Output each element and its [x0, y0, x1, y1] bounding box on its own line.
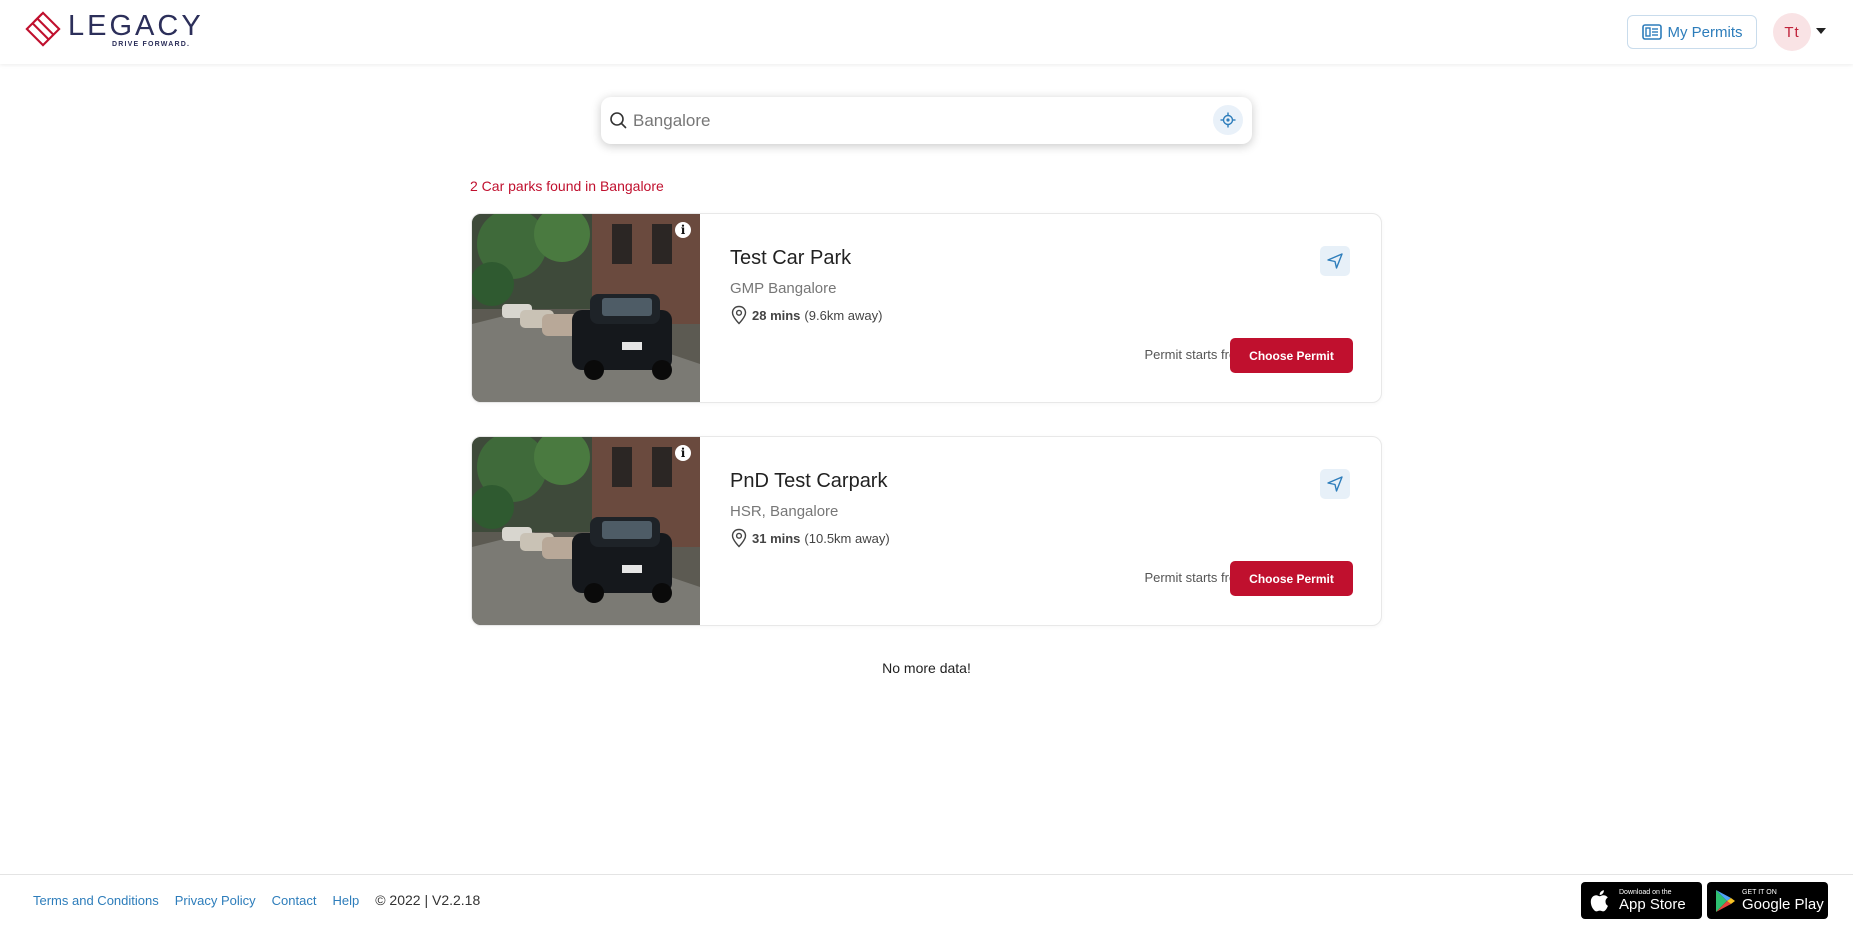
brand-logo[interactable]: LEGACY DRIVE FORWARD. [24, 10, 204, 48]
map-pin-icon [731, 305, 747, 325]
car-park-title[interactable]: Test Car Park [730, 247, 851, 270]
car-park-location: HSR, Bangalore [730, 503, 839, 520]
map-pin-icon [731, 528, 747, 548]
parked-cars-image [472, 214, 700, 402]
my-permits-button[interactable]: My Permits [1627, 15, 1757, 49]
brand-tagline: DRIVE FORWARD. [112, 40, 191, 48]
page: LEGACY DRIVE FORWARD. My Permits Tt Bang… [0, 0, 1853, 928]
crosshair-icon [1220, 112, 1236, 128]
search-icon [610, 112, 627, 129]
locate-me-button[interactable] [1213, 105, 1243, 135]
header: LEGACY DRIVE FORWARD. My Permits Tt [0, 0, 1853, 64]
car-park-photo: i [472, 214, 700, 402]
car-park-title[interactable]: PnD Test Carpark [730, 470, 887, 493]
search-input[interactable] [633, 97, 1193, 144]
car-park-photo: i [472, 437, 700, 625]
travel-time: 31 mins [752, 530, 801, 546]
navigate-button[interactable] [1320, 246, 1350, 276]
end-of-list-message: No more data! [882, 660, 971, 676]
navigation-arrow-icon [1327, 253, 1343, 269]
info-icon[interactable]: i [675, 445, 691, 461]
results-count: 2 Car parks found in Bangalore [470, 178, 664, 194]
parked-cars-image [472, 437, 700, 625]
apple-icon [1590, 889, 1608, 911]
navigate-button[interactable] [1320, 469, 1350, 499]
car-park-location: GMP Bangalore [730, 280, 837, 297]
car-park-card[interactable]: i Test Car Park GMP Bangalore 28 mins (9… [471, 213, 1382, 403]
privacy-link[interactable]: Privacy Policy [175, 893, 256, 908]
legacy-logo-icon [25, 11, 61, 47]
footer-links: Terms and Conditions Privacy Policy Cont… [33, 892, 480, 908]
footer: Terms and Conditions Privacy Policy Cont… [0, 874, 1853, 928]
brand-name: LEGACY [68, 9, 204, 42]
info-icon[interactable]: i [675, 222, 691, 238]
permit-card-icon [1641, 24, 1662, 40]
app-store-badge[interactable]: Download on the App Store [1581, 882, 1702, 919]
terms-link[interactable]: Terms and Conditions [33, 893, 159, 908]
my-permits-label: My Permits [1667, 23, 1743, 41]
copyright-version: © 2022 | V2.2.18 [375, 892, 481, 908]
google-play-icon [1716, 889, 1735, 912]
car-park-distance: 31 mins (10.5km away) [730, 528, 890, 548]
avatar[interactable]: Tt [1773, 13, 1811, 51]
google-play-label: Google Play [1742, 895, 1824, 913]
car-park-distance: 28 mins (9.6km away) [730, 305, 882, 325]
google-play-badge[interactable]: GET IT ON Google Play [1707, 882, 1828, 919]
travel-time: 28 mins [752, 307, 801, 323]
contact-link[interactable]: Contact [272, 893, 317, 908]
choose-permit-button[interactable]: Choose Permit [1230, 561, 1353, 596]
car-park-card[interactable]: i PnD Test Carpark HSR, Bangalore 31 min… [471, 436, 1382, 626]
chevron-down-icon[interactable] [1816, 28, 1826, 34]
choose-permit-button[interactable]: Choose Permit [1230, 338, 1353, 373]
distance-km: (10.5km away) [804, 530, 890, 546]
search-bar [601, 97, 1252, 144]
app-store-label: App Store [1619, 895, 1686, 913]
help-link[interactable]: Help [332, 893, 359, 908]
navigation-arrow-icon [1327, 476, 1343, 492]
distance-km: (9.6km away) [804, 307, 883, 323]
